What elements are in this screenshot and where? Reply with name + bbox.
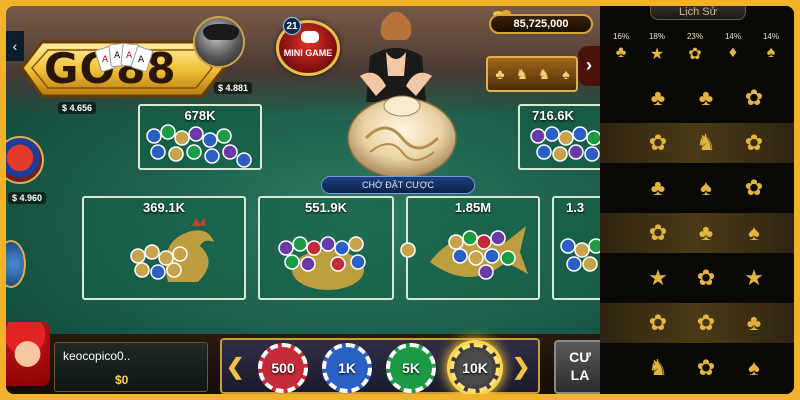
player-avatar-self[interactable] [6, 322, 50, 386]
history-row: ✿ ✿ ♣ [600, 303, 794, 343]
fish-icon [430, 226, 528, 280]
pct-rooster: 14% [762, 32, 779, 41]
shrimp-icon: ✿ [648, 220, 668, 245]
fish-icon: ♦ [728, 44, 738, 61]
svg-text:A: A [138, 55, 145, 65]
bet-action-label-1: CƯ [569, 349, 591, 365]
rooster-icon: ♠ [562, 66, 570, 82]
deer-icon: ♞ [696, 130, 716, 155]
chip-1k[interactable]: 1K [322, 343, 372, 393]
jackpot-amount: 85,725,000 [489, 14, 593, 34]
player-money-top: $ 4.656 [58, 102, 97, 114]
history-row: ★ ✿ ★ [600, 258, 794, 298]
history-row: ✿ ♞ ✿ [600, 123, 794, 163]
svg-text:A: A [126, 51, 133, 61]
rooster-icon: ♠ [748, 355, 760, 380]
gourd-icon: ♣ [650, 85, 666, 110]
chip-10k-label: 10K [458, 351, 492, 385]
rooster-icon [130, 218, 214, 282]
player-money-left: $ 4.960 [8, 192, 47, 204]
player-name: keocopico0.. [63, 349, 131, 363]
bet-amount-top-right: 716.6K [532, 108, 574, 123]
shrimp-icon: ✿ [696, 310, 716, 335]
deer-icon: ♞ [515, 66, 529, 82]
crab-icon: ★ [744, 265, 764, 290]
shrimp-icon: ✿ [696, 265, 716, 290]
mini-game-label: MINI GAME [283, 48, 333, 58]
player-info: keocopico0.. $0 [54, 342, 208, 392]
deer-icon: ♞ [648, 355, 668, 380]
gourd-icon: ♣ [495, 66, 505, 82]
shrimp-icon: ✿ [648, 130, 668, 155]
deer-icon: ♞ [537, 66, 551, 82]
chip-1k-label: 1K [330, 351, 364, 385]
game-frame: ‹ GO88 A A A A $ 4.656 $ [6, 6, 794, 394]
chip-10k[interactable]: 10K [450, 343, 500, 393]
gourd-icon: ♣ [615, 44, 627, 61]
history-row: ♣ ♠ ✿ [600, 168, 794, 208]
chip-pile-top-left [146, 124, 252, 168]
pct-crab: 18% [648, 32, 665, 41]
history-row: ♣ ♣ ✿ [600, 78, 794, 118]
shrimp-icon: ✿ [648, 310, 668, 335]
crab-icon: ★ [649, 46, 665, 63]
bet-action-label-2: LA [570, 367, 590, 383]
crab-icon [560, 238, 604, 272]
gourd-icon [278, 236, 366, 290]
history-row: ♞ ✿ ♠ [600, 348, 794, 388]
chip-500-label: 500 [266, 351, 300, 385]
mini-game-count-badge: 21 [283, 17, 301, 35]
pct-fish: 14% [724, 32, 741, 41]
chip-selector: ❮ 500 1K 5K 10K ❯ [220, 338, 540, 394]
pct-gourd: 16% [612, 32, 629, 41]
shrimp-icon: ✿ [744, 85, 764, 110]
playing-cards-icon: A A A A [95, 42, 153, 72]
svg-text:A: A [102, 55, 109, 65]
bet-action-button[interactable]: CƯ LA [554, 340, 606, 394]
chip-pile-top-right [530, 126, 602, 162]
shrimp-icon: ✿ [744, 175, 764, 200]
gourd-icon: ♣ [698, 220, 714, 245]
player-money-second: $ 4.881 [214, 82, 253, 94]
chip-prev-arrow-icon[interactable]: ❮ [226, 354, 244, 380]
dice-bowl[interactable] [346, 88, 458, 178]
player-avatar-top[interactable] [193, 16, 245, 68]
toggle-history-button[interactable]: › [578, 46, 600, 86]
shrimp-icon: ✿ [688, 46, 702, 63]
player-avatar-spiderman[interactable] [6, 136, 44, 184]
chip-500[interactable]: 500 [258, 343, 308, 393]
recent-results-panel[interactable]: ♣ ♞ ♞ ♠ [486, 56, 578, 92]
history-title: Lịch Sử [650, 6, 746, 20]
crab-icon: ★ [648, 265, 668, 290]
mini-game-button[interactable]: 21 MINI GAME [276, 17, 340, 76]
pct-shrimp: 23% [686, 32, 703, 41]
game-status: CHỜ ĐẶT CƯỢC [321, 176, 475, 194]
history-panel: Lịch Sử 16% 18% 23% 14% 14% ♣ ★ ✿ ♦ ♠ ♣ ♣… [600, 6, 794, 394]
shrimp-icon: ✿ [744, 130, 764, 155]
history-row: ✿ ♣ ♠ [600, 213, 794, 253]
stray-chip [400, 242, 416, 258]
player-avatar-left-partial[interactable] [6, 240, 26, 288]
shrimp-icon: ✿ [696, 355, 716, 380]
rooster-icon: ♠ [700, 175, 712, 200]
svg-text:A: A [114, 51, 121, 61]
bet-amount-gourd: 551.9K [305, 200, 347, 215]
chip-next-arrow-icon[interactable]: ❯ [512, 354, 530, 380]
gourd-icon: ♣ [698, 85, 714, 110]
chip-5k-label: 5K [394, 351, 428, 385]
gamepad-icon [301, 31, 319, 43]
rooster-icon: ♠ [766, 44, 776, 61]
gourd-icon: ♣ [746, 310, 762, 335]
player-balance: $0 [115, 373, 129, 387]
chip-5k[interactable]: 5K [386, 343, 436, 393]
rooster-icon: ♠ [748, 220, 760, 245]
gourd-icon: ♣ [650, 175, 666, 200]
